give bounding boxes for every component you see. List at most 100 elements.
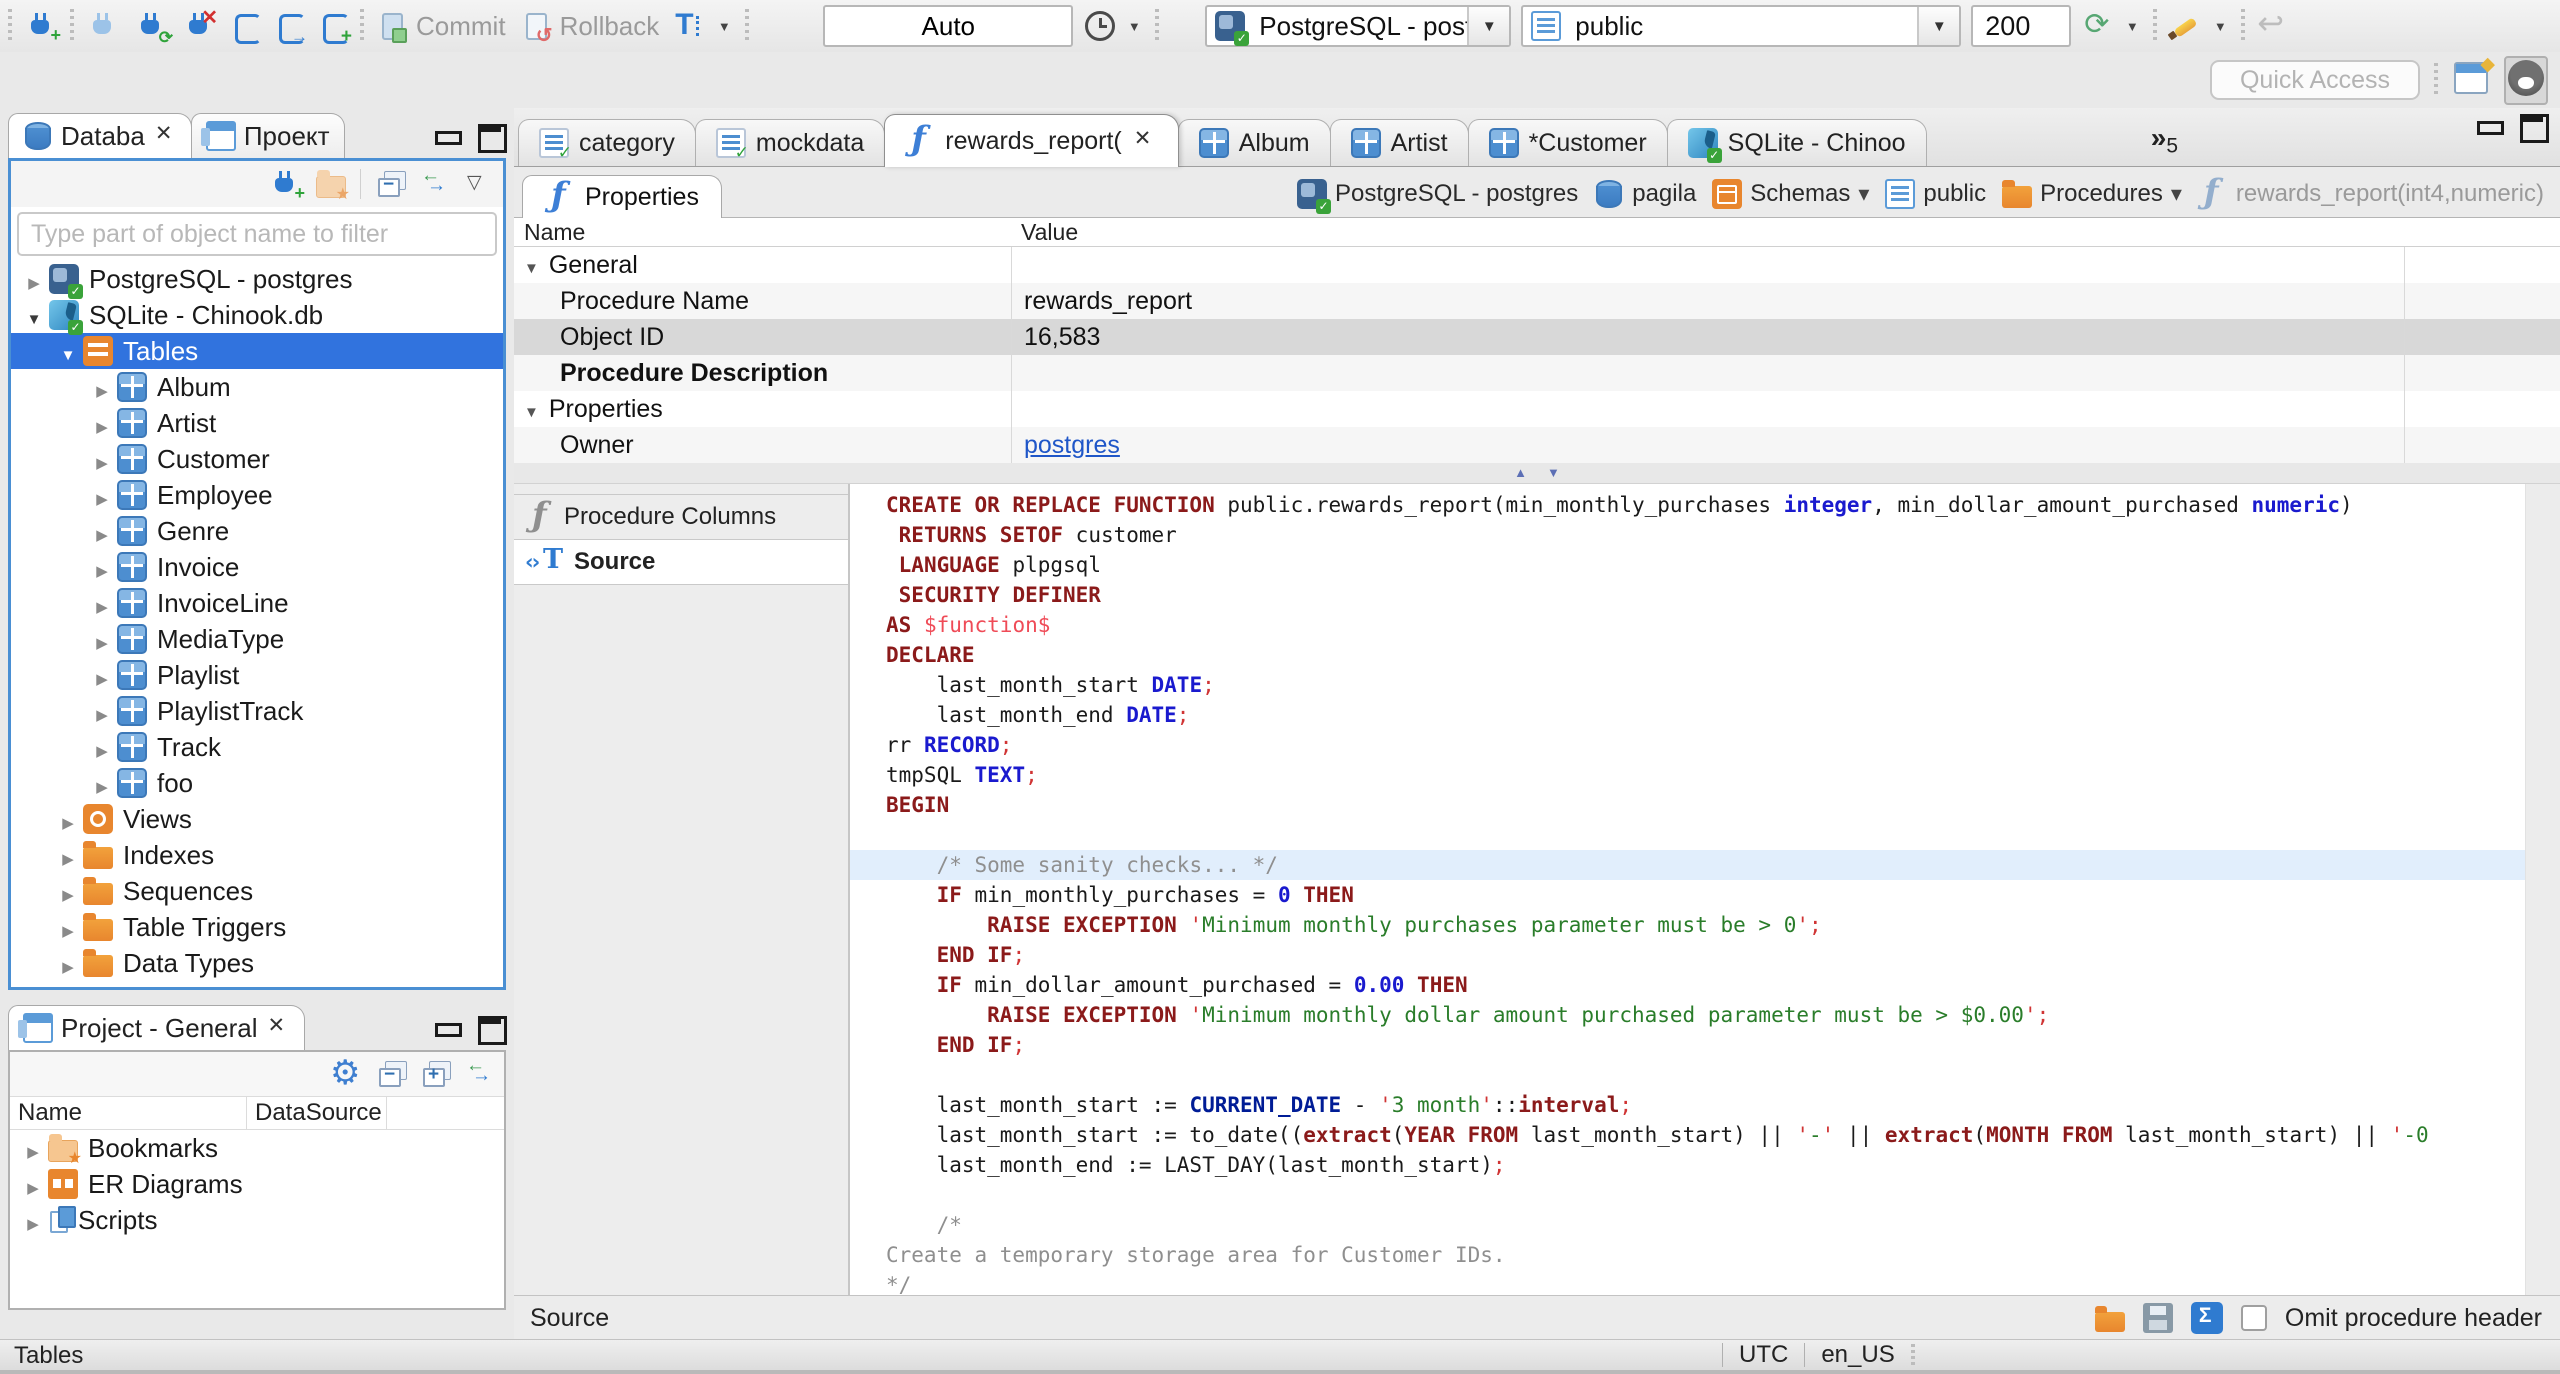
fetch-size-input[interactable]	[1971, 5, 2072, 47]
transaction-mode-select[interactable]: Auto	[823, 5, 1074, 47]
code-line[interactable]: RETURNS SETOF customer	[886, 520, 2525, 550]
collapse-up-icon[interactable]	[1514, 464, 1527, 482]
link-with-editor-icon[interactable]	[464, 1055, 494, 1089]
tree-item-invoice[interactable]: Invoice	[11, 549, 503, 585]
chevron-expanded-icon[interactable]	[524, 251, 539, 280]
chevron-down-icon[interactable]	[1467, 7, 1510, 45]
tree-item-sequences[interactable]: Sequences	[11, 873, 503, 909]
subtab-source[interactable]: Source	[514, 540, 848, 585]
open-perspective-button[interactable]	[2452, 53, 2495, 101]
code-line[interactable]: IF min_dollar_amount_purchased = 0.00 TH…	[886, 970, 2525, 1000]
tree-item-foo[interactable]: foo	[11, 765, 503, 801]
chevron-down-icon[interactable]	[2123, 19, 2141, 34]
load-from-file-icon[interactable]	[2094, 1305, 2125, 1332]
breadcrumb-item-pagila[interactable]: pagila	[1594, 179, 1696, 209]
code-line[interactable]: BEGIN	[886, 790, 2525, 820]
tree-item-table-triggers[interactable]: Table Triggers	[11, 909, 503, 945]
tree-item-views[interactable]: Views	[11, 801, 503, 837]
chevron-collapsed-icon[interactable]	[18, 1205, 48, 1236]
property-row-object-id[interactable]: Object ID 16,583	[514, 319, 2560, 355]
toolbar-drag-handle[interactable]	[2241, 9, 2246, 43]
close-icon[interactable]	[153, 121, 177, 151]
object-filter-input[interactable]	[17, 212, 497, 256]
tree-item-sqlite-chinook-db[interactable]: SQLite - Chinook.db	[11, 297, 503, 335]
disconnect-button[interactable]	[180, 9, 218, 43]
minimize-icon[interactable]	[432, 1014, 462, 1042]
property-row-owner[interactable]: Owner postgres	[514, 427, 2560, 463]
editor-tab-album[interactable]: Album	[1177, 119, 1331, 166]
maximize-icon[interactable]	[476, 1014, 507, 1045]
toolbar-drag-handle[interactable]	[2153, 9, 2158, 43]
toolbar-drag-handle[interactable]	[2434, 63, 2438, 97]
chevron-expanded-icon[interactable]	[19, 300, 49, 331]
code-line[interactable]: last_month_end := LAST_DAY(last_month_st…	[886, 1150, 2525, 1180]
subtab-procedure-columns[interactable]: Procedure Columns	[514, 494, 848, 540]
code-line[interactable]: /*	[886, 1210, 2525, 1240]
toolbar-drag-handle[interactable]	[360, 9, 364, 43]
chevron-collapsed-icon[interactable]	[87, 732, 117, 763]
scrollbar-gutter[interactable]	[2525, 484, 2560, 1295]
maximize-icon[interactable]	[2518, 112, 2549, 143]
tab-overflow-button[interactable]: 5	[2151, 122, 2178, 158]
chevron-collapsed-icon[interactable]	[87, 408, 117, 439]
breadcrumb-item-rewards-report-int4-numeric[interactable]: rewards_report(int4,numeric)	[2198, 172, 2544, 212]
chevron-collapsed-icon[interactable]	[87, 444, 117, 475]
chevron-down-icon[interactable]	[2211, 19, 2229, 34]
code-line[interactable]: last_month_start := CURRENT_DATE - '3 mo…	[886, 1090, 2525, 1120]
owner-link[interactable]: postgres	[1024, 431, 1120, 460]
save-to-file-icon[interactable]	[2142, 1303, 2173, 1333]
chevron-collapsed-icon[interactable]	[53, 948, 83, 979]
tree-item-employee[interactable]: Employee	[11, 477, 503, 513]
code-line[interactable]	[886, 1060, 2525, 1090]
tab-properties[interactable]: Properties	[522, 175, 722, 218]
code-line[interactable]: LANGUAGE plpgsql	[886, 550, 2525, 580]
tree-item-indexes[interactable]: Indexes	[11, 837, 503, 873]
tab-project-explorer[interactable]: Проект	[190, 113, 345, 158]
code-line[interactable]: END IF;	[886, 940, 2525, 970]
code-line[interactable]: RAISE EXCEPTION 'Minimum monthly purchas…	[886, 910, 2525, 940]
chevron-collapsed-icon[interactable]	[87, 480, 117, 511]
code-line[interactable]: last_month_start DATE;	[886, 670, 2525, 700]
code-line[interactable]: CREATE OR REPLACE FUNCTION public.reward…	[886, 490, 2525, 520]
new-folder-icon[interactable]	[316, 170, 350, 204]
property-row-general[interactable]: General	[514, 247, 2560, 283]
code-line[interactable]: IF min_monthly_purchases = 0 THEN	[886, 880, 2525, 910]
editor-tab-rewards-report[interactable]: rewards_report(	[884, 114, 1179, 167]
project-item-scripts[interactable]: Scripts	[10, 1202, 504, 1238]
tree-item-invoiceline[interactable]: InvoiceLine	[11, 585, 503, 621]
tree-item-tables[interactable]: Tables	[11, 333, 503, 369]
chevron-collapsed-icon[interactable]	[19, 264, 49, 295]
connection-select[interactable]: PostgreSQL - postgres	[1205, 5, 1512, 47]
code-line[interactable]: tmpSQL TEXT;	[886, 760, 2525, 790]
chevron-down-icon[interactable]	[1917, 7, 1960, 45]
timezone-label[interactable]: UTC	[1739, 1341, 1788, 1369]
new-sql-script-button[interactable]	[316, 9, 352, 48]
editor-tab-artist[interactable]: Artist	[1329, 119, 1469, 166]
chevron-down-icon[interactable]	[715, 19, 733, 34]
chevron-down-icon[interactable]	[2171, 180, 2182, 208]
tree-item-playlisttrack[interactable]: PlaylistTrack	[11, 693, 503, 729]
chevron-collapsed-icon[interactable]	[53, 840, 83, 871]
source-code-viewer[interactable]: CREATE OR REPLACE FUNCTION public.reward…	[850, 484, 2525, 1295]
chevron-collapsed-icon[interactable]	[87, 624, 117, 655]
chevron-collapsed-icon[interactable]	[87, 372, 117, 403]
link-with-editor-icon[interactable]	[419, 165, 449, 199]
code-line[interactable]	[886, 820, 2525, 850]
collapse-all-icon[interactable]	[375, 169, 405, 199]
new-connection-icon[interactable]	[268, 169, 302, 199]
view-menu-icon[interactable]	[463, 169, 493, 199]
highlight-button[interactable]	[2167, 9, 2231, 43]
tree-item-artist[interactable]: Artist	[11, 405, 503, 441]
code-line[interactable]: /* Some sanity checks... */	[850, 850, 2525, 880]
chevron-collapsed-icon[interactable]	[18, 1169, 48, 1200]
editor-tab-customer[interactable]: *Customer	[1467, 119, 1668, 166]
collapse-down-icon[interactable]	[1547, 464, 1560, 482]
toolbar-drag-handle[interactable]	[1155, 9, 1160, 43]
new-connection-button[interactable]	[22, 9, 60, 43]
tab-project-general[interactable]: Project - General	[8, 1005, 305, 1050]
recent-sql-editor-button[interactable]	[272, 9, 308, 47]
toolbar-drag-handle[interactable]	[70, 9, 74, 43]
toolbar-drag-handle[interactable]	[745, 9, 750, 43]
editor-tab-mockdata[interactable]: mockdata	[694, 119, 886, 166]
tab-database-navigator[interactable]: Databa	[8, 113, 192, 158]
